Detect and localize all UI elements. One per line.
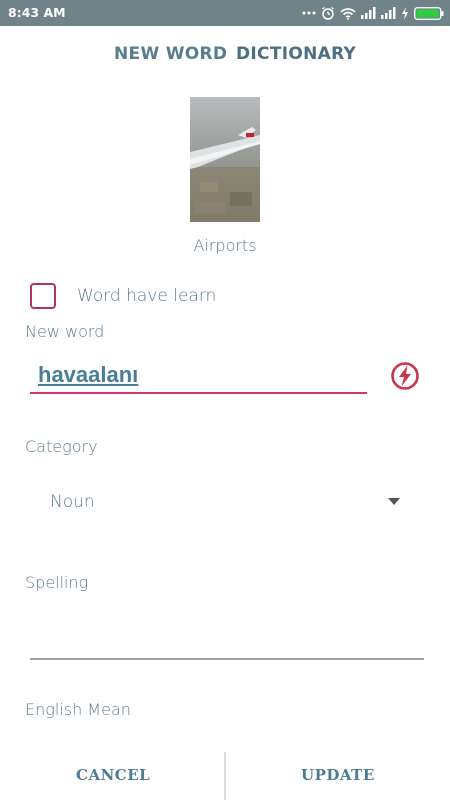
signal-icon	[361, 7, 376, 19]
category-label: Category	[25, 437, 98, 456]
new-word-input[interactable]	[30, 358, 367, 394]
cancel-button[interactable]: CANCEL	[76, 766, 150, 784]
english-mean-label: English Mean	[25, 700, 131, 719]
dropdown-arrow-icon	[388, 498, 400, 505]
top-tabs: NEW WORD DICTIONARY	[0, 44, 450, 68]
update-button[interactable]: UPDATE	[301, 766, 375, 784]
signal-icon	[381, 7, 396, 19]
alarm-icon	[321, 6, 335, 20]
battery-icon	[414, 6, 444, 20]
word-picture[interactable]	[190, 97, 260, 222]
more-icon	[302, 10, 316, 16]
learned-checkbox-row[interactable]: Word have learn	[30, 281, 216, 311]
button-divider	[224, 752, 226, 800]
status-bar: 8:43 AM	[0, 0, 450, 26]
learned-checkbox-label: Word have learn	[77, 286, 217, 306]
tab-dictionary[interactable]: DICTIONARY	[236, 44, 356, 64]
learned-checkbox[interactable]	[30, 283, 56, 309]
new-word-label: New word	[25, 322, 105, 341]
wifi-icon	[340, 7, 356, 20]
status-icons	[302, 4, 444, 22]
category-dropdown[interactable]: Noun	[30, 484, 420, 520]
flash-icon[interactable]	[390, 361, 420, 391]
category-selected-value: Noun	[50, 492, 95, 512]
spelling-input[interactable]	[30, 620, 424, 660]
charging-icon	[401, 6, 409, 20]
spelling-label: Spelling	[25, 573, 89, 592]
tab-new-word[interactable]: NEW WORD	[114, 44, 227, 64]
status-time: 8:43 AM	[8, 5, 66, 20]
picture-caption: Airports	[193, 236, 257, 255]
bottom-action-bar: CANCEL UPDATE	[0, 752, 450, 800]
